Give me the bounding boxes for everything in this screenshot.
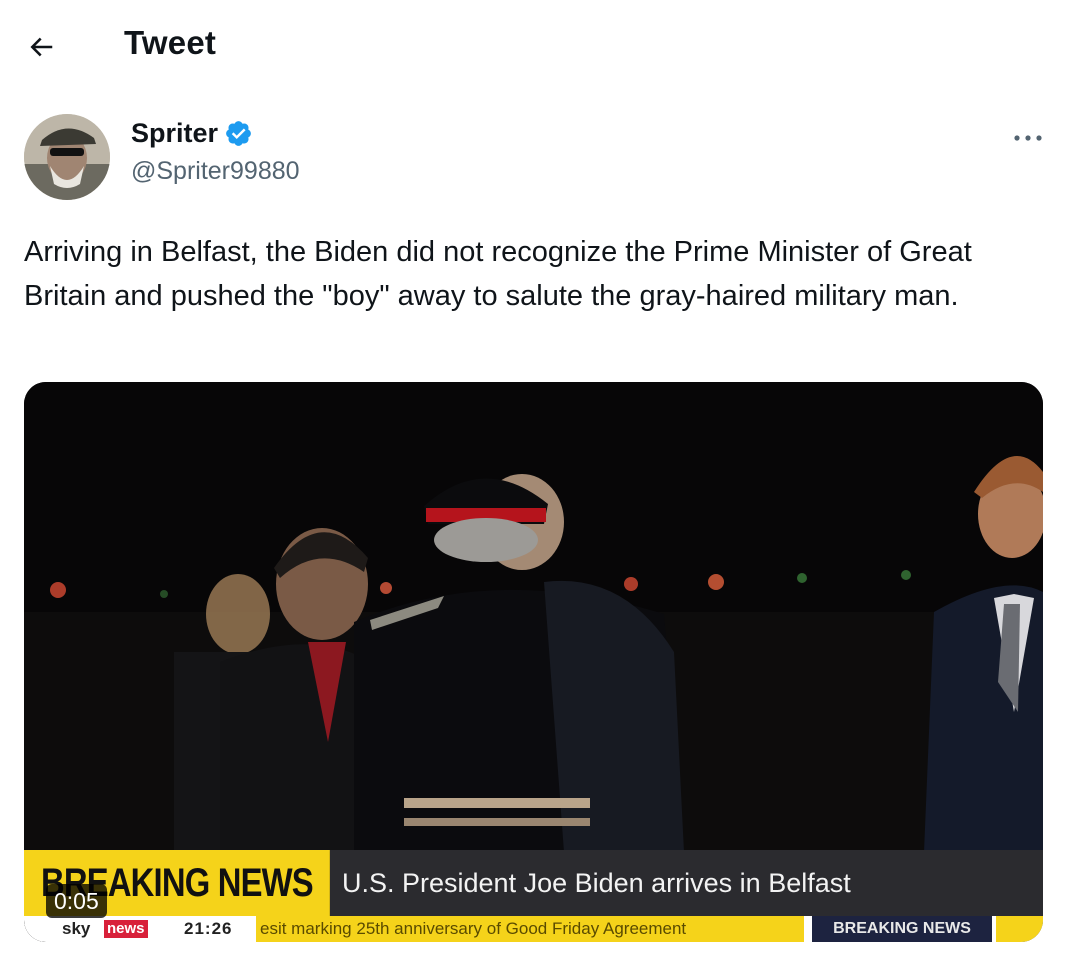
video-duration: 0:05	[46, 884, 107, 918]
news-ticker: sky news 21:26 esit marking 25th anniver…	[24, 916, 1043, 942]
sky-news-badge: news	[104, 920, 148, 938]
avatar[interactable]	[24, 114, 110, 200]
sky-logo: sky	[62, 919, 91, 938]
author-name-row: Spriter	[131, 118, 253, 149]
more-options-button[interactable]	[1006, 120, 1050, 156]
author-name[interactable]: Spriter	[131, 118, 218, 149]
arrow-left-icon	[30, 37, 53, 57]
tweet-text: Arriving in Belfast, the Biden did not r…	[24, 236, 972, 312]
more-horizontal-icon	[1014, 135, 1042, 141]
tweet-header: Tweet	[0, 0, 1068, 92]
ticker-breaking-label: BREAKING NEWS	[812, 916, 992, 942]
page-title: Tweet	[124, 24, 217, 61]
video-player[interactable]: BREAKING NEWS U.S. President Joe Biden a…	[24, 382, 1043, 942]
ticker-clock: 21:26	[184, 919, 233, 938]
back-button[interactable]	[22, 28, 60, 66]
ticker-text: esit marking 25th anniversary of Good Fr…	[256, 916, 804, 942]
news-headline: U.S. President Joe Biden arrives in Belf…	[330, 850, 1043, 916]
verified-badge-icon	[226, 121, 251, 146]
avatar-image	[24, 114, 110, 200]
ticker-end-block	[996, 916, 1043, 942]
breaking-news-lower-third: BREAKING NEWS U.S. President Joe Biden a…	[24, 850, 1043, 916]
author-handle[interactable]: @Spriter99880	[131, 157, 300, 186]
